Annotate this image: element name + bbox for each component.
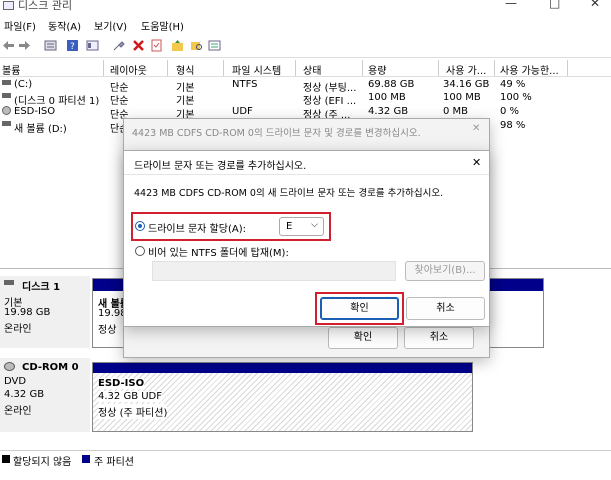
- app-icon: [3, 1, 14, 10]
- up-folder-icon[interactable]: [171, 39, 184, 52]
- unallocated-swatch: [2, 455, 10, 463]
- col-volume[interactable]: 볼륨: [2, 62, 20, 77]
- cd-icon: [2, 106, 11, 115]
- chevron-down-icon: ⌵: [311, 220, 318, 230]
- close-button[interactable]: ✕: [590, 0, 600, 10]
- col-status[interactable]: 상태: [303, 62, 321, 77]
- maximize-button[interactable]: □: [549, 0, 560, 10]
- back-dialog-title: 4423 MB CDFS CD-ROM 0의 드라이브 문자 및 경로를 변경하…: [132, 128, 421, 139]
- add-drive-letter-dialog: 드라이브 문자 또는 경로를 추가하십시오. ✕ 4423 MB CDFS CD…: [123, 150, 490, 327]
- properties-icon[interactable]: [86, 39, 99, 52]
- back-ok-button[interactable]: 확인: [328, 327, 398, 349]
- folder-path-input[interactable]: [152, 261, 396, 281]
- menu-bar: 파일(F) 동작(A) 보기(V) 도움말(H): [0, 14, 611, 34]
- minimize-button[interactable]: —: [505, 0, 517, 10]
- svg-text:?: ?: [70, 42, 75, 52]
- checklist-icon[interactable]: [150, 39, 163, 52]
- col-free[interactable]: 사용 가...: [446, 62, 486, 77]
- back-arrow-icon[interactable]: [2, 39, 15, 52]
- dialog-description: 4423 MB CDFS CD-ROM 0의 새 드라이브 문자 또는 경로를 …: [134, 188, 444, 199]
- title-bar: 디스크 관리 — □ ✕: [0, 0, 611, 14]
- help-icon[interactable]: ?: [66, 39, 79, 52]
- assign-letter-radio[interactable]: [135, 221, 145, 231]
- cancel-button[interactable]: 취소: [406, 297, 485, 320]
- volume-list-header: 볼륨 레이아웃 형식 파일 시스템 상태 용량 사용 가... 사용 가능한..…: [0, 60, 611, 77]
- connect-icon[interactable]: [113, 39, 126, 52]
- settings-list-icon[interactable]: [208, 39, 221, 52]
- ok-button[interactable]: 확인: [320, 297, 399, 320]
- col-layout[interactable]: 레이아웃: [110, 62, 147, 77]
- col-capacity[interactable]: 용량: [368, 62, 386, 77]
- dialog-close-button[interactable]: ✕: [472, 156, 481, 169]
- dialog-title: 드라이브 문자 또는 경로를 추가하십시오.: [134, 161, 307, 172]
- back-cancel-button[interactable]: 취소: [404, 327, 474, 349]
- toolbar: ?: [0, 34, 611, 58]
- search-folder-icon[interactable]: [190, 39, 203, 52]
- browse-button[interactable]: 찾아보기(B)...: [405, 261, 485, 281]
- col-filesystem[interactable]: 파일 시스템: [232, 62, 281, 77]
- cd-icon: [4, 362, 15, 371]
- menu-help[interactable]: 도움말(H): [141, 18, 184, 33]
- menu-file[interactable]: 파일(F): [4, 18, 36, 33]
- table-row[interactable]: (C:) 단순 기본 NTFS 정상 (부팅... 69.88 GB 34.16…: [0, 79, 611, 94]
- drive-icon: [2, 121, 11, 126]
- delete-icon[interactable]: [132, 39, 145, 52]
- primary-swatch: [82, 455, 90, 463]
- drive-icon: [2, 80, 11, 85]
- cdrom-0-label[interactable]: CD-ROM 0 DVD 4.32 GB 온라인: [0, 358, 90, 432]
- partition-esd-iso[interactable]: ESD-ISO 4.32 GB UDF 정상 (주 파티션): [92, 362, 473, 432]
- window-title: 디스크 관리: [18, 0, 73, 12]
- list-view-icon[interactable]: [44, 39, 57, 52]
- back-dialog-close-icon: ✕: [472, 123, 481, 134]
- legend: 할당되지 않음 주 파티션: [0, 450, 611, 468]
- col-type[interactable]: 형식: [176, 62, 194, 77]
- drive-icon: [2, 93, 11, 98]
- menu-action[interactable]: 동작(A): [48, 18, 81, 33]
- table-row[interactable]: (디스크 0 파티션 1) 단순 기본 정상 (EFI ... 100 MB 1…: [0, 92, 611, 107]
- assign-letter-label[interactable]: 드라이브 문자 할당(A):: [148, 220, 246, 235]
- mount-folder-radio[interactable]: [135, 246, 145, 256]
- col-percent-free[interactable]: 사용 가능한...: [500, 62, 559, 77]
- forward-arrow-icon[interactable]: [18, 39, 31, 52]
- menu-view[interactable]: 보기(V): [94, 18, 127, 33]
- disk-icon: [4, 280, 14, 285]
- drive-letter-select[interactable]: E ⌵: [279, 217, 324, 236]
- disk-1-label[interactable]: 디스크 1 기본 19.98 GB 온라인: [0, 276, 90, 348]
- mount-folder-label[interactable]: 비어 있는 NTFS 폴더에 탑재(M):: [148, 244, 289, 259]
- table-row[interactable]: ESD-ISO 단순 기본 UDF 정상 (주 ... 4.32 GB 0 MB…: [0, 106, 611, 121]
